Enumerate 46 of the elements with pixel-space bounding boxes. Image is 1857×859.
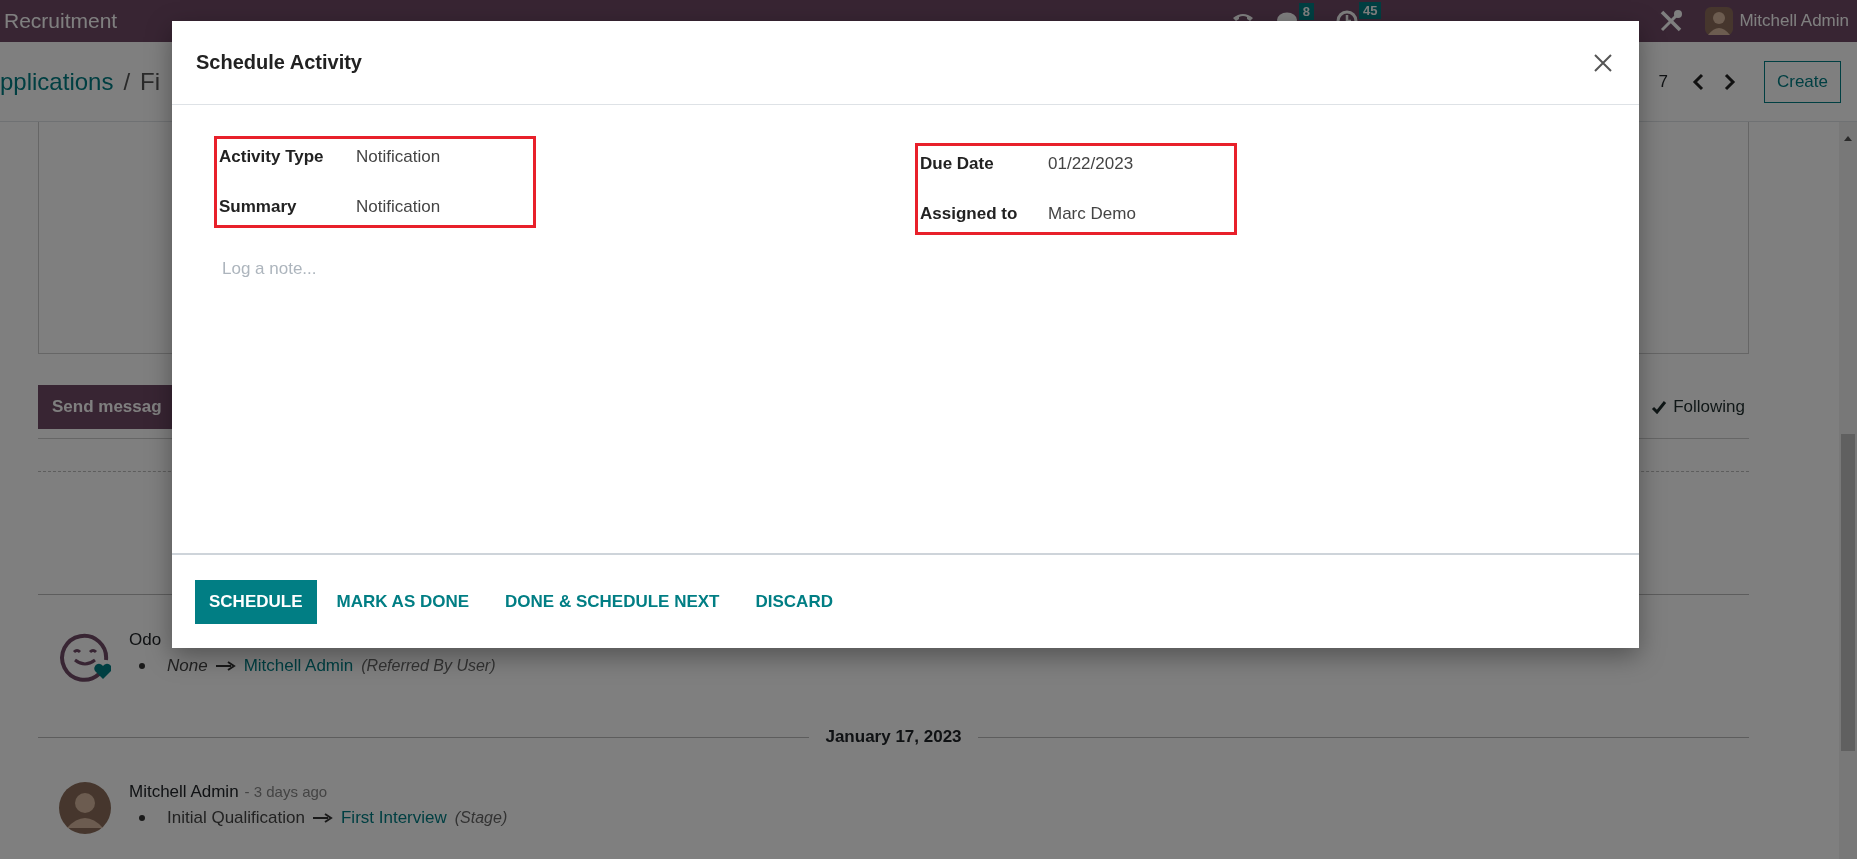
message-time: - 3 days ago (244, 783, 328, 800)
old-value: Initial Qualification (167, 808, 305, 828)
message-author: Mitchell Admin (129, 782, 239, 802)
user-avatar-icon (59, 782, 111, 834)
field-label: Due Date (920, 154, 995, 174)
field-value[interactable]: Notification (356, 195, 441, 219)
field-value[interactable]: Notification (356, 145, 441, 169)
bullet-icon (139, 815, 145, 821)
field-label: Activity Type (219, 147, 325, 167)
bullet-icon (139, 663, 145, 669)
message-count-badge: 8 (1298, 3, 1314, 20)
dialog-title: Schedule Activity (196, 51, 362, 74)
new-value-link[interactable]: Mitchell Admin (243, 656, 354, 676)
field-name: (Referred By User) (361, 657, 496, 675)
field-label: Assigned to (920, 204, 1019, 224)
pager-value: 7 (1658, 71, 1668, 92)
breadcrumb-current: Fi (140, 67, 161, 96)
old-value: None (167, 656, 208, 676)
arrow-icon (215, 661, 236, 671)
field-value[interactable]: 01/22/2023 (1048, 152, 1134, 176)
activity-count-badge: 45 (1358, 2, 1382, 19)
previous-icon[interactable] (1691, 72, 1706, 91)
field-label: Summary (219, 197, 298, 217)
scrollbar-thumb[interactable] (1841, 434, 1855, 751)
new-value-link[interactable]: First Interview (340, 808, 447, 828)
scrollbar[interactable] (1839, 122, 1857, 859)
arrow-icon (312, 813, 333, 823)
field-value[interactable]: Marc Demo (1048, 202, 1136, 226)
field-name: (Stage) (454, 809, 508, 827)
following-button[interactable]: Following (1647, 397, 1749, 417)
app-name[interactable]: Recruitment (4, 9, 118, 33)
create-button[interactable]: Create (1763, 60, 1841, 103)
date-separator: January 17, 2023 (825, 727, 962, 747)
close-icon[interactable] (1593, 52, 1613, 73)
schedule-button[interactable]: SCHEDULE (195, 579, 317, 624)
breadcrumb-link[interactable]: pplications (0, 67, 114, 96)
dialog-button[interactable]: MARK AS DONE (320, 579, 486, 624)
scroll-up-icon[interactable] (1843, 134, 1853, 142)
user-avatar-icon[interactable] (1705, 7, 1734, 35)
check-icon (1651, 400, 1668, 414)
dialog-button[interactable]: DISCARD (739, 579, 849, 624)
message-author: Odo (129, 630, 162, 650)
dialog-button[interactable]: DONE & SCHEDULE NEXT (489, 579, 736, 624)
breadcrumb-separator: / (123, 67, 131, 96)
user-name[interactable]: Mitchell Admin (1739, 11, 1849, 31)
tools-icon[interactable] (1659, 9, 1684, 33)
